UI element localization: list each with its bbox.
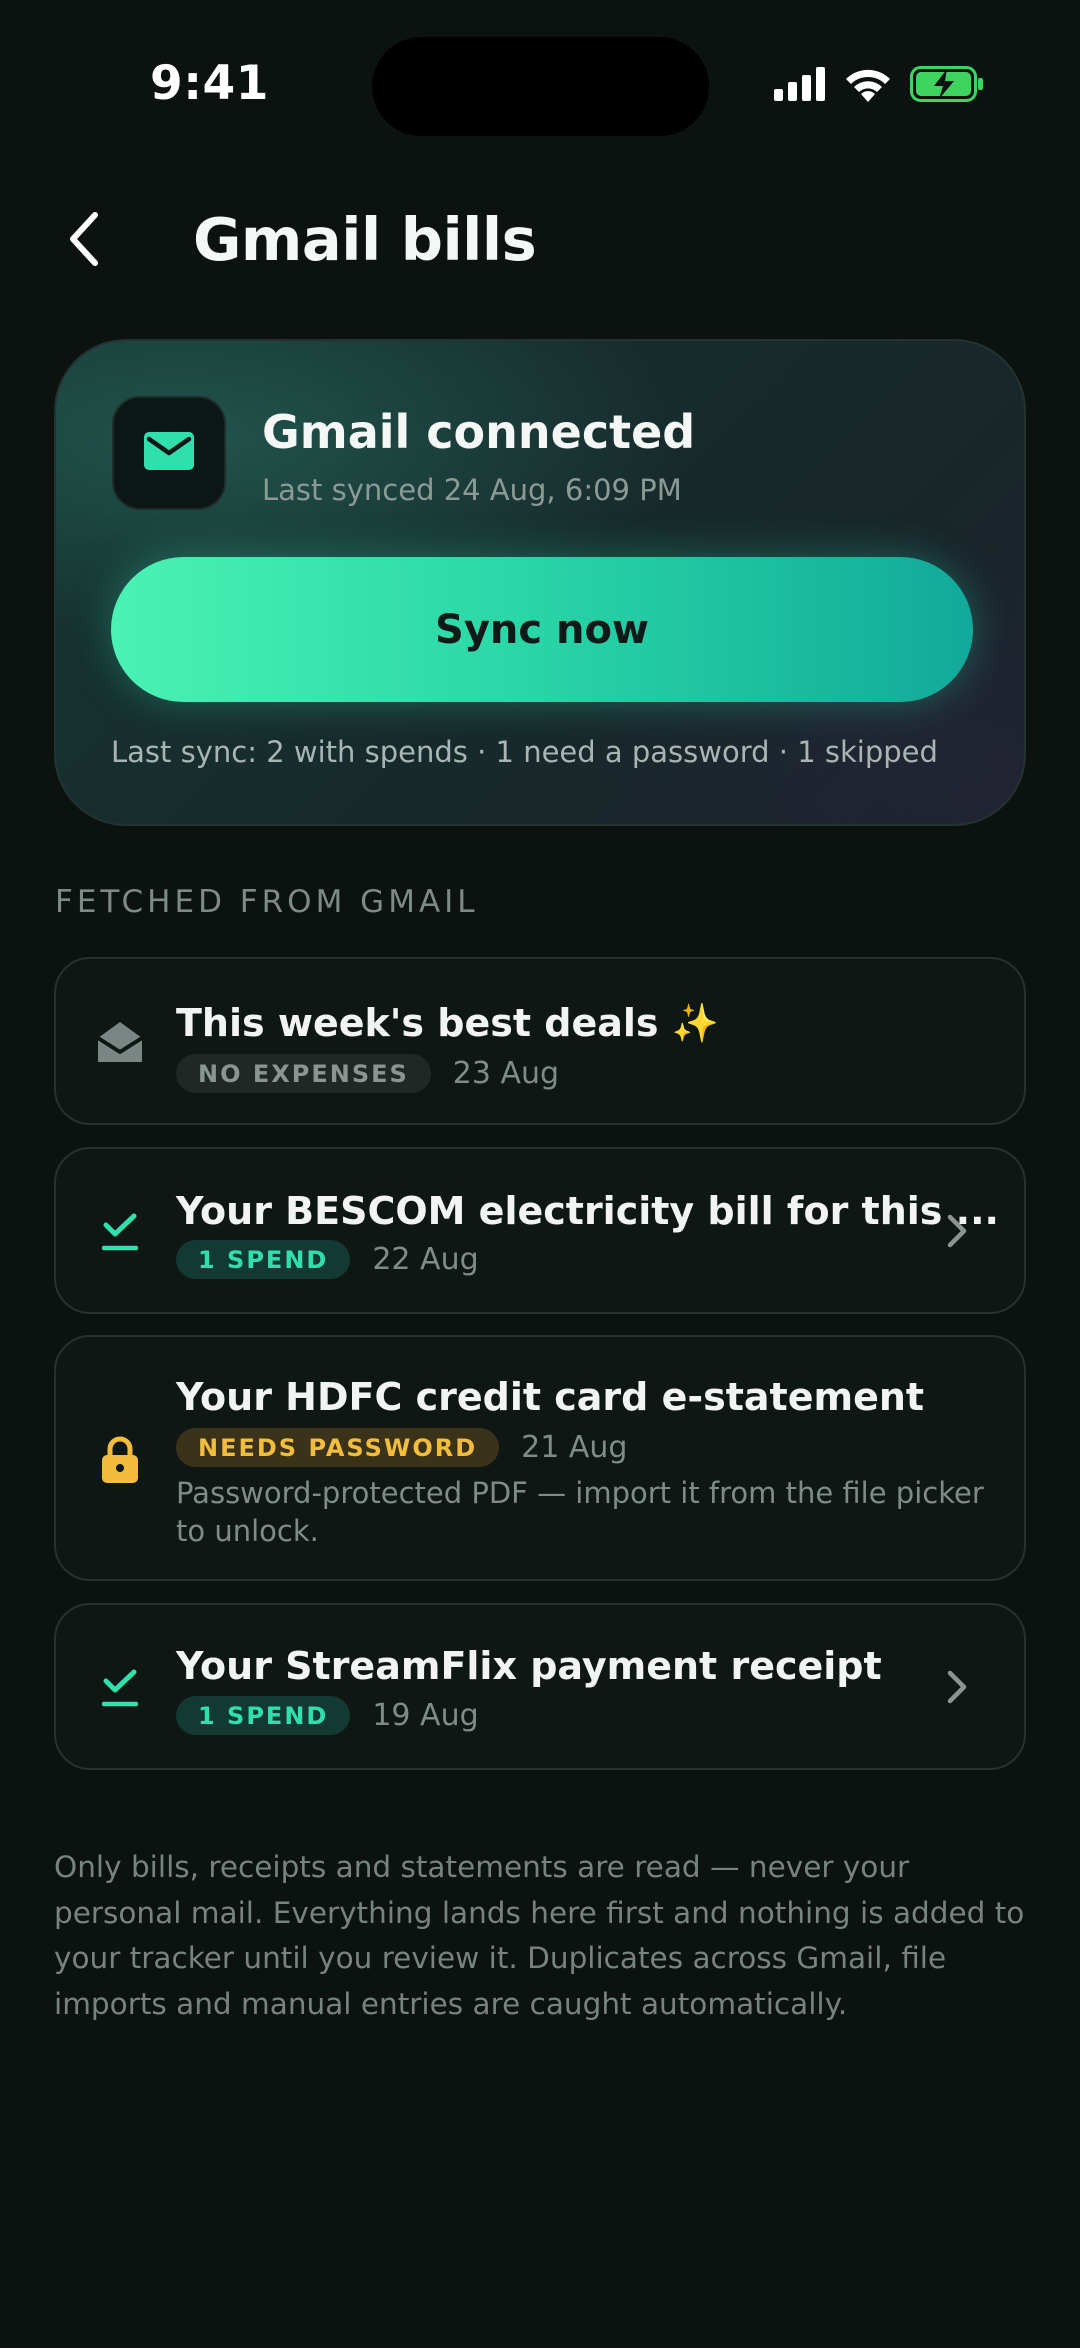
item-title: Your BESCOM electricity bill for this ..…: [176, 1189, 999, 1233]
item-meta: NO EXPENSES 23 Aug: [176, 1054, 559, 1093]
status-badge: NEEDS PASSWORD: [176, 1428, 500, 1467]
dynamic-island: [372, 37, 709, 136]
status-badge: 1 SPEND: [176, 1696, 351, 1735]
back-button[interactable]: [50, 206, 120, 276]
list-item[interactable]: This week's best deals ✨ NO EXPENSES 23 …: [54, 957, 1026, 1125]
envelope-open-icon: [94, 1016, 146, 1068]
item-meta: 1 SPEND 19 Aug: [176, 1696, 479, 1735]
section-label: FETCHED FROM GMAIL: [55, 884, 479, 920]
gmail-connection-card: Gmail connected Last synced 24 Aug, 6:09…: [54, 339, 1026, 826]
status-time: 9:41: [150, 56, 269, 111]
item-date: 21 Aug: [521, 1430, 628, 1465]
status-badge: NO EXPENSES: [176, 1054, 431, 1093]
privacy-note: Only bills, receipts and statements are …: [54, 1850, 1025, 2021]
sync-now-button[interactable]: Sync now: [111, 557, 973, 702]
item-date: 23 Aug: [452, 1056, 560, 1091]
list-item[interactable]: Your StreamFlix payment receipt 1 SPEND …: [54, 1603, 1026, 1770]
status-bar: 9:41: [0, 0, 1080, 140]
item-meta: NEEDS PASSWORD 21 Aug: [176, 1428, 627, 1467]
mail-icon-tile: [112, 396, 226, 510]
item-date: 19 Aug: [372, 1698, 479, 1733]
status-badge: 1 SPEND: [176, 1240, 351, 1279]
status-icons: [774, 66, 984, 106]
lock-icon: [94, 1434, 146, 1486]
item-date: 22 Aug: [372, 1242, 479, 1277]
item-note: Password-protected PDF — import it from …: [176, 1476, 984, 1548]
wifi-icon: [844, 66, 892, 106]
mail-icon: [144, 432, 194, 474]
item-title: This week's best deals ✨: [176, 1001, 720, 1045]
list-item[interactable]: Your HDFC credit card e-statement NEEDS …: [54, 1335, 1026, 1581]
item-title: Your HDFC credit card e-statement: [176, 1375, 925, 1419]
chevron-right-icon: [942, 1211, 972, 1251]
checkmark-icon: [94, 1207, 146, 1259]
sync-summary-text: Last sync: 2 with spends · 1 need a pass…: [111, 735, 938, 769]
cellular-signal-icon: [774, 67, 826, 105]
screen: 9:41 Gmail bills Gmail connected Last sy…: [0, 0, 1080, 2348]
list-item[interactable]: Your BESCOM electricity bill for this ..…: [54, 1147, 1026, 1314]
page-title: Gmail bills: [193, 205, 537, 274]
item-title: Your StreamFlix payment receipt: [176, 1644, 882, 1688]
checkmark-icon: [94, 1663, 146, 1715]
last-synced-text: Last synced 24 Aug, 6:09 PM: [262, 473, 682, 507]
item-meta: 1 SPEND 22 Aug: [176, 1240, 479, 1279]
chevron-right-icon: [942, 1667, 972, 1707]
battery-charging-icon: [910, 66, 984, 106]
chevron-left-icon: [65, 211, 105, 271]
connection-status-title: Gmail connected: [262, 405, 696, 459]
